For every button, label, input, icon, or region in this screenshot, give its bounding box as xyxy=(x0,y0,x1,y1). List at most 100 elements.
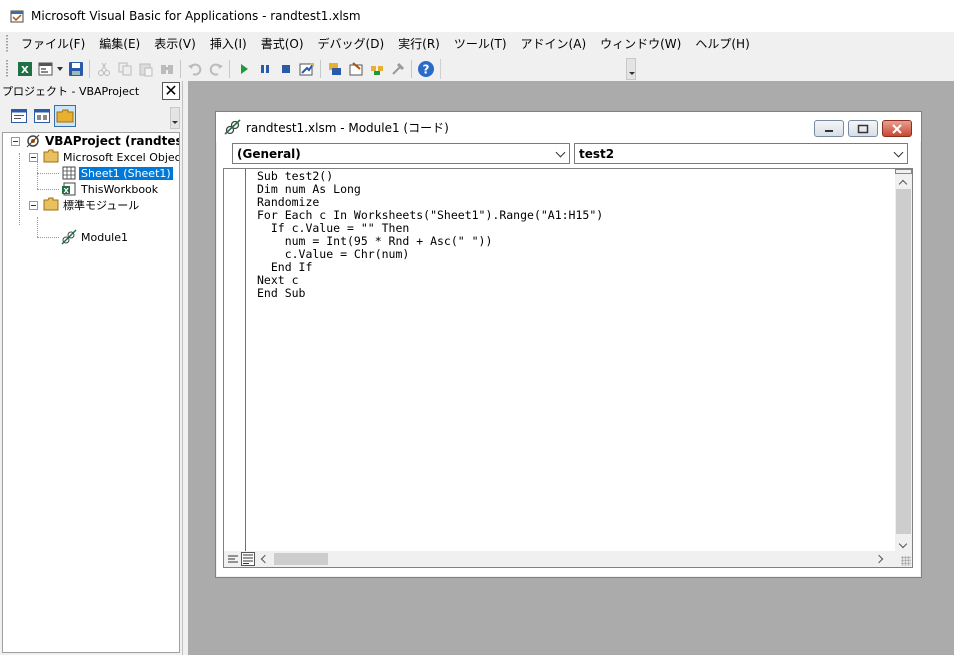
reset-icon[interactable] xyxy=(275,59,296,79)
procedure-view-icon[interactable] xyxy=(226,552,240,566)
toolbar-separator xyxy=(89,60,90,78)
code-window-titlebar[interactable]: randtest1.xlsm - Module1 (コード) xyxy=(216,112,921,142)
scroll-left-icon[interactable] xyxy=(260,554,270,564)
horizontal-scroll-thumb[interactable] xyxy=(274,553,328,565)
window-title: Microsoft Visual Basic for Applications … xyxy=(31,9,361,23)
svg-text:?: ? xyxy=(422,63,429,77)
module-icon xyxy=(224,119,242,135)
paste-icon[interactable] xyxy=(135,59,156,79)
code-window-title: randtest1.xlsm - Module1 (コード) xyxy=(246,120,449,135)
view-code-icon[interactable] xyxy=(8,105,30,127)
view-object-icon[interactable] xyxy=(31,105,53,127)
code-window: randtest1.xlsm - Module1 (コード) (General)… xyxy=(215,111,922,578)
tree-node-thisworkbook[interactable]: X ThisWorkbook xyxy=(61,181,160,197)
menu-window[interactable]: ウィンドウ(W) xyxy=(593,33,688,55)
menu-file[interactable]: ファイル(F) xyxy=(14,33,92,55)
full-module-view-icon[interactable] xyxy=(241,552,255,566)
vertical-scrollbar[interactable] xyxy=(895,169,912,553)
collapse-modules-icon[interactable] xyxy=(29,201,38,210)
menu-view[interactable]: 表示(V) xyxy=(147,33,203,55)
object-combo[interactable]: (General) xyxy=(232,143,570,164)
resize-grip-icon[interactable] xyxy=(901,556,911,566)
menu-insert[interactable]: 挿入(I) xyxy=(203,33,254,55)
close-icon[interactable]: ✕ xyxy=(162,82,180,100)
save-icon[interactable] xyxy=(65,59,86,79)
restore-icon[interactable] xyxy=(848,120,878,137)
menu-bar: ファイル(F) 編集(E) 表示(V) 挿入(I) 書式(O) デバッグ(D) … xyxy=(0,32,954,56)
menubar-grip[interactable] xyxy=(6,35,9,53)
tree-connector xyxy=(37,237,59,238)
scroll-right-icon[interactable] xyxy=(874,554,884,564)
toolbar-separator xyxy=(320,60,321,78)
code-text[interactable]: Sub test2() Dim num As Long Randomize Fo… xyxy=(257,170,603,300)
collapse-excel-objects-icon[interactable] xyxy=(29,153,38,162)
excel-icon[interactable]: X xyxy=(14,59,35,79)
menu-debug[interactable]: デバッグ(D) xyxy=(311,33,392,55)
design-mode-icon[interactable] xyxy=(296,59,317,79)
menu-format[interactable]: 書式(O) xyxy=(254,33,311,55)
vertical-scroll-thumb[interactable] xyxy=(896,189,911,534)
undo-icon[interactable] xyxy=(184,59,205,79)
tree-node-sheet1[interactable]: Sheet1 (Sheet1) xyxy=(61,165,173,181)
pane-toolbar-options-icon[interactable] xyxy=(170,107,180,129)
insert-dropdown-icon[interactable] xyxy=(56,59,65,79)
procedure-combo[interactable]: test2 xyxy=(574,143,908,164)
scroll-down-icon[interactable] xyxy=(898,539,908,549)
cut-icon[interactable] xyxy=(93,59,114,79)
tree-node-excel-objects[interactable]: Microsoft Excel Objects xyxy=(43,149,180,165)
vbaproject-icon xyxy=(25,133,41,149)
menu-edit[interactable]: 編集(E) xyxy=(92,33,147,55)
toolbar-options-icon[interactable] xyxy=(626,58,636,80)
margin-indicator-bar[interactable] xyxy=(224,169,246,553)
code-window-combos: (General) test2 xyxy=(222,143,915,165)
split-bar[interactable] xyxy=(895,169,912,174)
chevron-down-icon xyxy=(893,147,904,158)
redo-icon[interactable] xyxy=(205,59,226,79)
toolbar-separator xyxy=(229,60,230,78)
close-icon[interactable] xyxy=(882,120,912,137)
folder-icon xyxy=(43,149,59,165)
toolbar-separator xyxy=(411,60,412,78)
horizontal-scrollbar[interactable] xyxy=(224,551,912,567)
tree-label: Microsoft Excel Objects xyxy=(63,150,180,164)
insert-userform-icon[interactable] xyxy=(35,59,56,79)
code-editor[interactable]: Sub test2() Dim num As Long Randomize Fo… xyxy=(223,168,913,568)
chevron-down-icon xyxy=(555,147,566,158)
toolbar-separator xyxy=(180,60,181,78)
copy-icon[interactable] xyxy=(114,59,135,79)
toggle-folders-icon[interactable] xyxy=(54,105,76,127)
menu-help[interactable]: ヘルプ(H) xyxy=(688,33,756,55)
toolbox-icon[interactable] xyxy=(387,59,408,79)
run-icon[interactable] xyxy=(233,59,254,79)
help-icon[interactable]: ? xyxy=(415,59,436,79)
menu-tools[interactable]: ツール(T) xyxy=(447,33,514,55)
project-explorer-icon[interactable] xyxy=(324,59,345,79)
find-icon[interactable] xyxy=(156,59,177,79)
collapse-root-icon[interactable] xyxy=(11,137,20,146)
toolbar-grip[interactable] xyxy=(6,60,9,78)
menu-addins[interactable]: アドイン(A) xyxy=(514,33,594,55)
project-tree: VBAProject (randtest1.xlsm) Microsoft Ex… xyxy=(2,132,180,653)
scroll-up-icon[interactable] xyxy=(898,179,908,189)
vba-app-icon xyxy=(9,8,25,24)
minimize-icon[interactable] xyxy=(814,120,844,137)
svg-text:X: X xyxy=(64,187,70,195)
menu-run[interactable]: 実行(R) xyxy=(391,33,447,55)
object-browser-icon[interactable] xyxy=(366,59,387,79)
tree-node-project[interactable]: VBAProject (randtest1.xlsm) xyxy=(25,133,179,149)
tree-connector xyxy=(19,153,20,225)
window-titlebar: Microsoft Visual Basic for Applications … xyxy=(0,0,954,32)
workbook-icon: X xyxy=(61,181,77,197)
standard-toolbar: X ? xyxy=(0,57,668,81)
tree-label: Sheet1 (Sheet1) xyxy=(79,166,173,180)
tree-node-module1[interactable]: Module1 xyxy=(61,229,130,245)
properties-icon[interactable] xyxy=(345,59,366,79)
object-combo-value: (General) xyxy=(237,146,301,161)
tree-label: Module1 xyxy=(81,230,128,244)
tree-node-modules[interactable]: 標準モジュール xyxy=(43,197,141,213)
procedure-combo-value: test2 xyxy=(579,146,615,161)
tree-label: 標準モジュール xyxy=(63,199,140,212)
break-icon[interactable] xyxy=(254,59,275,79)
folder-icon xyxy=(43,197,59,213)
project-pane-toolbar xyxy=(0,101,182,131)
